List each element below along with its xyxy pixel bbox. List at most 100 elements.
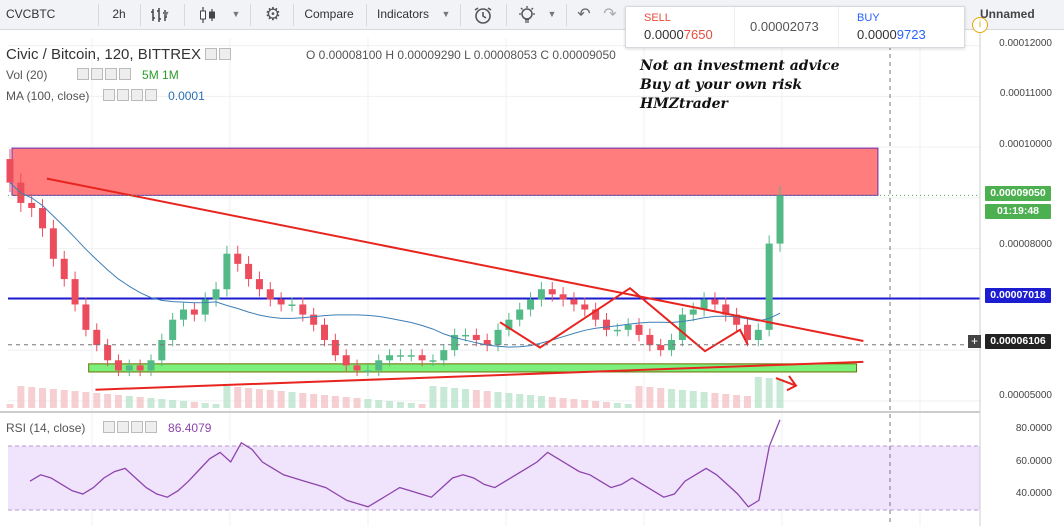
more-icon[interactable] <box>144 89 157 101</box>
volume-bar <box>223 386 231 408</box>
settings-icon[interactable] <box>219 48 232 60</box>
candle-body <box>613 329 621 332</box>
settings-icon[interactable] <box>90 68 103 80</box>
buy-button[interactable]: BUY 0.00009723 <box>838 7 965 47</box>
eye-icon[interactable] <box>102 421 115 433</box>
toolbar-divider <box>250 4 251 26</box>
volume-bar <box>49 389 57 408</box>
crosshair-price-tag: 0.00006106 <box>985 334 1051 349</box>
candle-body <box>624 324 632 330</box>
indicators-button[interactable]: Indicators <box>370 0 436 29</box>
chevron-down-icon[interactable]: ▼ <box>544 0 560 29</box>
undo-icon[interactable]: ↶ <box>572 0 596 29</box>
resistance-zone[interactable] <box>11 147 879 196</box>
candle-body <box>60 258 68 280</box>
sell-button[interactable]: SELL 0.00007650 <box>626 7 735 47</box>
eye-icon[interactable] <box>205 48 218 60</box>
gear-icon[interactable]: ⚙ <box>256 0 290 29</box>
more-icon[interactable] <box>118 68 131 80</box>
eye-icon[interactable] <box>76 68 89 80</box>
candles-icon <box>200 6 215 23</box>
volume-bar <box>71 391 79 408</box>
volume-bar <box>114 395 122 408</box>
candle-body <box>136 365 144 371</box>
more-icon[interactable] <box>144 421 157 433</box>
volume-bar <box>646 387 654 408</box>
volume-bar <box>613 403 621 408</box>
candle-body <box>190 309 198 315</box>
trend-lines[interactable] <box>46 177 864 392</box>
ma-legend: MA (100, close) 0.0001 <box>6 89 205 103</box>
volume-bars <box>6 377 784 408</box>
trend-line[interactable] <box>46 177 864 342</box>
volume-bar <box>689 391 697 408</box>
volume-bar <box>104 394 112 408</box>
volume-bar <box>657 388 665 408</box>
candle-body <box>288 304 296 306</box>
candle-body <box>104 345 112 361</box>
candle-body <box>331 339 339 356</box>
volume-bar <box>277 391 285 408</box>
candle-body <box>375 360 383 371</box>
replay-button[interactable] <box>512 0 542 29</box>
volume-bar <box>581 400 589 408</box>
candle-body <box>342 355 350 366</box>
volume-bar <box>17 386 25 408</box>
candle-body <box>386 355 394 361</box>
volume-bar <box>527 395 535 408</box>
candle-body <box>201 299 209 315</box>
candle-body <box>548 289 556 295</box>
volume-bar <box>6 404 14 408</box>
candle-body <box>516 309 524 320</box>
candle-body <box>581 304 589 310</box>
eye-icon[interactable] <box>102 89 115 101</box>
compare-button[interactable]: Compare <box>296 0 362 29</box>
price-tick-label: 0.00010000 <box>999 139 1052 150</box>
info-icon[interactable]: i <box>972 17 988 33</box>
chart-canvas[interactable] <box>0 30 1064 526</box>
candle-body <box>461 334 469 337</box>
candle-body <box>169 319 177 340</box>
candle-body <box>234 253 242 264</box>
volume-bar <box>169 400 177 408</box>
settings-icon[interactable] <box>116 89 129 101</box>
volume-bar <box>288 392 296 408</box>
settings-icon[interactable] <box>116 421 129 433</box>
redo-icon[interactable]: ↷ <box>598 0 622 29</box>
volume-bar <box>136 397 144 408</box>
volume-bar <box>342 397 350 408</box>
volume-bar <box>245 388 253 408</box>
volume-bar <box>353 398 361 408</box>
volume-bar <box>624 404 632 408</box>
interval-selector[interactable]: 2h <box>100 0 138 29</box>
alarm-clock-icon <box>474 7 492 24</box>
plus-icon[interactable]: + <box>968 335 981 348</box>
annotation-note[interactable]: Not an investment advice Buy at your own… <box>640 57 839 114</box>
quote-panel: SELL 0.00007650 0.00002073 BUY 0.0000972… <box>625 6 988 48</box>
volume-bar <box>60 390 68 408</box>
close-icon[interactable] <box>104 68 117 80</box>
candle-body <box>364 370 372 372</box>
chevron-down-icon[interactable]: ▼ <box>158 0 174 29</box>
volume-bar <box>733 395 741 408</box>
close-icon[interactable] <box>130 421 143 433</box>
volume-bar <box>570 399 578 408</box>
layout-name[interactable]: Unnamed <box>976 0 1064 29</box>
toolbar-divider <box>506 4 507 26</box>
symbol-search[interactable]: CVCBTC <box>6 0 96 29</box>
volume-bar <box>765 378 773 408</box>
volume-bar <box>754 377 762 408</box>
alert-button[interactable] <box>468 0 498 29</box>
support-zone[interactable] <box>88 363 858 373</box>
candle-style-button[interactable] <box>190 0 224 29</box>
candle-body <box>418 355 426 361</box>
chevron-down-icon[interactable]: ▼ <box>228 0 244 29</box>
chevron-down-icon[interactable]: ▼ <box>438 0 454 29</box>
sell-label: SELL <box>644 12 671 24</box>
candle-body <box>49 228 57 259</box>
close-icon[interactable] <box>130 89 143 101</box>
volume-bar <box>39 388 47 408</box>
candle-body <box>277 299 285 305</box>
candle-body <box>255 279 263 290</box>
volume-bar <box>375 400 383 408</box>
